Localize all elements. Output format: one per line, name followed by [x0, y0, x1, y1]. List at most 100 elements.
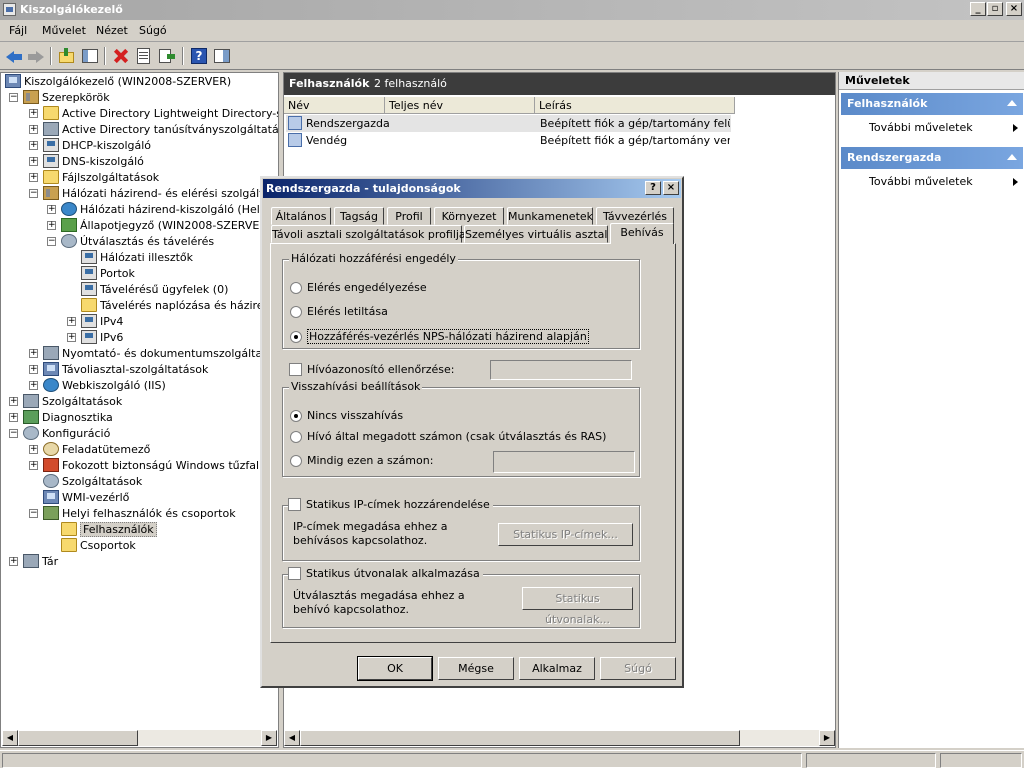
delete-icon[interactable]: [111, 46, 131, 66]
checkbox[interactable]: [288, 567, 301, 580]
tree-node-services[interactable]: Szolgáltatások: [43, 473, 142, 489]
show-hide-tree-icon[interactable]: [80, 46, 100, 66]
tree-node-server-manager[interactable]: Kiszolgálókezelő (WIN2008-SZERVER): [5, 73, 231, 89]
expand-icon[interactable]: +: [67, 317, 76, 326]
collapse-icon[interactable]: −: [29, 509, 38, 518]
callback-number-input[interactable]: [493, 451, 635, 473]
dialog-help-button[interactable]: ?: [645, 181, 661, 195]
menu-view[interactable]: Nézet: [94, 24, 130, 37]
dialog-close-button[interactable]: ×: [663, 181, 679, 195]
tree-node-users[interactable]: Felhasználók: [61, 521, 157, 537]
tab-environment[interactable]: Környezet: [434, 207, 504, 225]
expand-icon[interactable]: +: [29, 173, 38, 182]
tree-node-nps[interactable]: Hálózati házirend- és elérési szolgáltat…: [43, 185, 278, 201]
tab-general[interactable]: Általános: [271, 207, 331, 225]
scroll-left-icon[interactable]: ◀: [2, 730, 18, 746]
tree-node-print-services[interactable]: Nyomtató- és dokumentumszolgáltatások: [43, 345, 278, 361]
expand-icon[interactable]: +: [9, 557, 18, 566]
collapse-arrow-icon[interactable]: [1007, 100, 1017, 106]
actions-section-users[interactable]: Felhasználók: [841, 93, 1023, 115]
radio-no-callback[interactable]: Nincs visszahívás: [290, 409, 403, 422]
expand-icon[interactable]: +: [29, 349, 38, 358]
radio-caller-set-callback[interactable]: Hívó által megadott számon (csak útválas…: [290, 430, 606, 443]
radio-button[interactable]: [290, 454, 302, 467]
column-description[interactable]: Leírás: [535, 97, 735, 114]
expand-icon[interactable]: +: [47, 221, 56, 230]
expand-icon[interactable]: +: [29, 461, 38, 470]
tree-node-groups[interactable]: Csoportok: [61, 537, 136, 553]
ok-button[interactable]: OK: [357, 656, 433, 681]
collapse-arrow-icon[interactable]: [1007, 154, 1017, 160]
expand-icon[interactable]: +: [29, 445, 38, 454]
actions-section-administrator[interactable]: Rendszergazda: [841, 147, 1023, 169]
close-button[interactable]: ×: [1006, 2, 1022, 16]
checkbox[interactable]: [288, 498, 301, 511]
tree-node-routing[interactable]: Útválasztás és távelérés: [61, 233, 214, 249]
table-row[interactable]: Vendég Beépített fiók a gép/tartomány ve…: [286, 132, 731, 149]
expand-icon[interactable]: +: [29, 141, 38, 150]
tree-node-iis[interactable]: Webkiszolgáló (IIS): [43, 377, 166, 393]
radio-nps-control[interactable]: Hozzáférés-vezérlés NPS-hálózati háziren…: [290, 329, 589, 344]
list-horizontal-scrollbar[interactable]: ◀ ▶: [284, 730, 835, 746]
tree-node-nps-local[interactable]: Hálózati házirend-kiszolgáló (Helyi): [61, 201, 274, 217]
tree-node-storage[interactable]: Tár: [23, 553, 58, 569]
apply-button[interactable]: Alkalmaz: [519, 657, 595, 680]
static-routes-button[interactable]: Statikus útvonalak...: [522, 587, 633, 626]
radio-button[interactable]: [290, 330, 302, 343]
checkbox-verify-caller-id[interactable]: Hívóazonosító ellenőrzése:: [289, 363, 454, 376]
more-actions-administrator[interactable]: További műveletek: [869, 175, 973, 188]
tree-node-wmi[interactable]: WMI-vezérlő: [43, 489, 129, 505]
radio-button[interactable]: [290, 305, 302, 318]
tab-profile[interactable]: Profil: [387, 207, 431, 225]
tab-membership[interactable]: Tagság: [334, 207, 384, 225]
tab-rds-profile[interactable]: Távoli asztali szolgáltatások profilja: [271, 225, 466, 243]
menu-help[interactable]: Súgó: [137, 24, 169, 37]
tree-node-roles[interactable]: Szerepkörök: [23, 89, 110, 105]
checkbox[interactable]: [289, 363, 302, 376]
export-list-icon[interactable]: [157, 46, 177, 66]
tree-node-ipv4[interactable]: IPv4: [81, 313, 123, 329]
expand-icon[interactable]: +: [29, 109, 38, 118]
expand-icon[interactable]: +: [47, 205, 56, 214]
collapse-icon[interactable]: −: [9, 429, 18, 438]
action-pane-icon[interactable]: [212, 46, 232, 66]
collapse-icon[interactable]: −: [9, 93, 18, 102]
tree-node-file-services[interactable]: Fájlszolgáltatások: [43, 169, 159, 185]
help-icon[interactable]: ?: [189, 46, 209, 66]
maximize-button[interactable]: ▫: [987, 2, 1003, 16]
expand-icon[interactable]: +: [29, 365, 38, 374]
forward-icon[interactable]: [26, 46, 46, 66]
radio-button[interactable]: [290, 409, 302, 422]
radio-allow-access[interactable]: Elérés engedélyezése: [290, 281, 427, 294]
scroll-thumb[interactable]: [18, 730, 138, 746]
tree-node-ipv6[interactable]: IPv6: [81, 329, 123, 345]
scroll-left-icon[interactable]: ◀: [284, 730, 300, 746]
table-row[interactable]: Rendszergazda Beépített fiók a gép/tarto…: [286, 115, 731, 132]
tree-node-configuration[interactable]: Konfiguráció: [23, 425, 110, 441]
tree-node-rds[interactable]: Távoliasztal-szolgáltatások: [43, 361, 208, 377]
cancel-button[interactable]: Mégse: [438, 657, 514, 680]
expand-icon[interactable]: +: [29, 157, 38, 166]
expand-icon[interactable]: +: [9, 413, 18, 422]
expand-icon[interactable]: +: [67, 333, 76, 342]
tree-node-diagnostics[interactable]: Diagnosztika: [23, 409, 113, 425]
collapse-icon[interactable]: −: [47, 237, 56, 246]
tree-node-dhcp[interactable]: DHCP-kiszolgáló: [43, 137, 151, 153]
scroll-right-icon[interactable]: ▶: [819, 730, 835, 746]
collapse-icon[interactable]: −: [29, 189, 38, 198]
tree-node-ad-lds[interactable]: Active Directory Lightweight Directory-s…: [43, 105, 278, 121]
tree-horizontal-scrollbar[interactable]: ◀ ▶: [2, 730, 277, 746]
tree-node-ad-cs[interactable]: Active Directory tanúsítványszolgáltatás…: [43, 121, 278, 137]
help-button[interactable]: Súgó: [600, 657, 676, 680]
scroll-thumb[interactable]: [300, 730, 740, 746]
caller-id-input[interactable]: [490, 360, 632, 380]
tab-personal-virtual-desktop[interactable]: Személyes virtuális asztal: [464, 225, 608, 243]
scroll-right-icon[interactable]: ▶: [261, 730, 277, 746]
tree-node-ports[interactable]: Portok: [81, 265, 135, 281]
radio-button[interactable]: [290, 430, 302, 443]
tab-dial-in[interactable]: Behívás: [610, 223, 674, 244]
tree-node-dns[interactable]: DNS-kiszolgáló: [43, 153, 144, 169]
menu-file[interactable]: Fájl: [7, 24, 29, 37]
up-folder-icon[interactable]: [57, 46, 77, 66]
expand-icon[interactable]: +: [29, 125, 38, 134]
